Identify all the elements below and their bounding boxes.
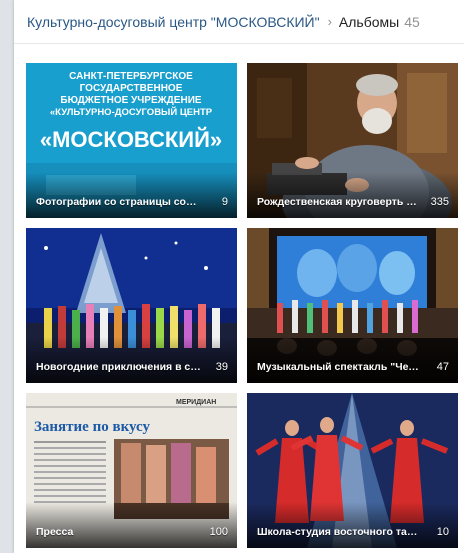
caption-shade	[26, 502, 237, 548]
sign-title: «МОСКОВСКИЙ»	[40, 127, 222, 152]
album-photo-count: 39	[215, 361, 228, 373]
caption-shade	[26, 172, 237, 218]
album-card[interactable]: МЕРИДИАН Занятие по вкусу Пресса 100	[26, 393, 237, 548]
album-title: Новогодние приключения в сказке	[36, 361, 201, 373]
caption-shade	[247, 172, 458, 218]
sign-line: «КУЛЬТУРНО-ДОСУГОВЫЙ ЦЕНТР	[50, 106, 213, 118]
album-title: Фотографии со страницы сообщества	[36, 196, 201, 208]
caption-shade	[247, 502, 458, 548]
album-photo-count: 335	[430, 196, 449, 208]
album-photo-count: 10	[436, 526, 449, 538]
album-card[interactable]: Школа-студия восточного танца 10	[247, 393, 458, 548]
sign-line: САНКТ-ПЕТЕРБУРГСКОЕ	[69, 71, 193, 82]
album-card[interactable]: Музыкальный спектакль "Четыре стихии" 47	[247, 228, 458, 383]
caption-shade	[247, 337, 458, 383]
albums-count: 45	[404, 13, 420, 30]
breadcrumb-group-link[interactable]: Культурно-досуговый центр "МОСКОВСКИЙ"	[27, 14, 320, 30]
sign-line: ГОСУДАРСТВЕННОЕ	[80, 83, 183, 94]
album-card[interactable]: Новогодние приключения в сказке 39	[26, 228, 237, 383]
album-photo-count: 9	[221, 196, 228, 208]
sign-line: БЮДЖЕТНОЕ УЧРЕЖДЕНИЕ	[60, 95, 201, 106]
album-title: Музыкальный спектакль "Четыре стихии"	[257, 361, 422, 373]
breadcrumb: Культурно-досуговый центр "МОСКОВСКИЙ" ›…	[14, 0, 464, 44]
newspaper-headline: Занятие по вкусу	[34, 419, 151, 435]
breadcrumb-separator: ›	[327, 14, 332, 29]
album-title: Рождественская круговерть 2019	[257, 196, 422, 208]
album-title: Пресса	[36, 526, 74, 538]
album-photo-count: 47	[436, 361, 449, 373]
breadcrumb-current: Альбомы	[338, 13, 400, 30]
album-title: Школа-студия восточного танца	[257, 526, 422, 538]
album-photo-count: 100	[209, 526, 228, 538]
caption-shade	[26, 337, 237, 383]
album-card[interactable]: САНКТ-ПЕТЕРБУРГСКОЕ ГОСУДАРСТВЕННОЕ БЮДЖ…	[26, 63, 237, 218]
albums-panel: Культурно-досуговый центр "МОСКОВСКИЙ" ›…	[14, 0, 464, 553]
album-card[interactable]: Рождественская круговерть 2019 335	[247, 63, 458, 218]
newspaper-masthead: МЕРИДИАН	[176, 399, 216, 406]
